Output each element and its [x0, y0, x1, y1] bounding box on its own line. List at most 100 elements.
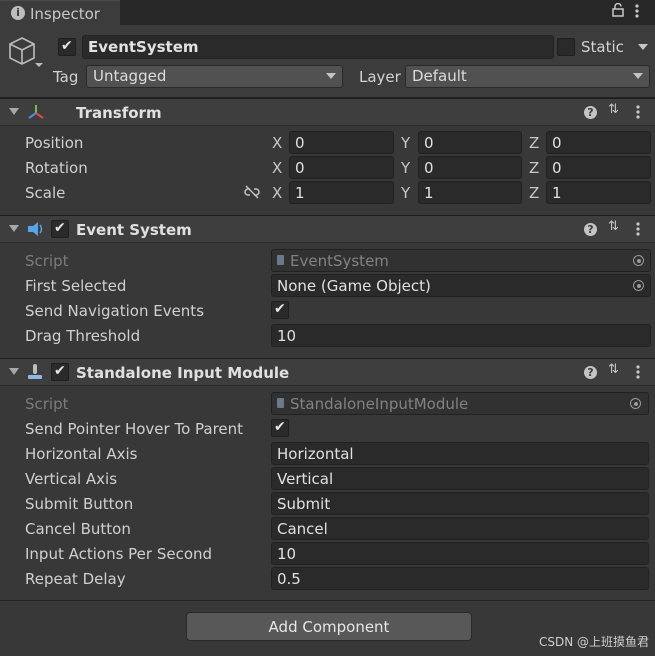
- object-name: EventSystem: [88, 38, 199, 56]
- position-label: Position: [25, 134, 84, 152]
- cancel-button-value: Cancel: [277, 520, 328, 538]
- input-actions-label: Input Actions Per Second: [25, 545, 213, 563]
- tab-inspector[interactable]: i Inspector: [0, 0, 120, 27]
- horizontal-axis-field[interactable]: Horizontal: [271, 442, 649, 465]
- repeat-delay-value: 0.5: [277, 570, 301, 588]
- rotation-x-field[interactable]: 0: [289, 156, 394, 179]
- axis-y-label[interactable]: Y: [401, 134, 410, 152]
- repeat-delay-field[interactable]: 0.5: [271, 567, 649, 590]
- input-module-enabled-checkbox[interactable]: ✔: [51, 363, 69, 381]
- input-module-header[interactable]: ✔ Standalone Input Module ? ⇅: [0, 358, 655, 386]
- tab-label: Inspector: [30, 5, 100, 23]
- scale-y-value: 1: [424, 184, 434, 202]
- check-icon: ✔: [54, 220, 66, 236]
- constrain-proportions-icon[interactable]: [244, 185, 260, 203]
- axis-y-label[interactable]: Y: [401, 159, 410, 177]
- foldout-arrow-icon[interactable]: [9, 108, 19, 115]
- menu-kebab-icon[interactable]: [635, 4, 639, 22]
- es-script-field: EventSystem: [271, 249, 651, 272]
- event-system-header[interactable]: ✔ Event System ? ⇅: [0, 215, 655, 243]
- im-script-value: StandaloneInputModule: [290, 395, 469, 413]
- presets-icon[interactable]: ⇅: [608, 362, 619, 377]
- chevron-down-icon: [633, 73, 643, 79]
- rotation-y-field[interactable]: 0: [418, 156, 522, 179]
- rotation-z-field[interactable]: 0: [546, 156, 651, 179]
- event-system-title: Event System: [76, 221, 192, 239]
- position-y-field[interactable]: 0: [418, 131, 522, 154]
- static-label: Static: [581, 38, 624, 56]
- help-icon[interactable]: ?: [584, 223, 597, 236]
- layer-value: Default: [412, 67, 467, 85]
- lock-icon[interactable]: [612, 2, 624, 21]
- hover-parent-checkbox[interactable]: ✔: [271, 419, 289, 437]
- menu-kebab-icon[interactable]: [636, 105, 640, 123]
- position-x-value: 0: [295, 134, 305, 152]
- axis-x-label[interactable]: X: [272, 159, 282, 177]
- static-dropdown-icon[interactable]: [638, 44, 648, 50]
- vertical-axis-field[interactable]: Vertical: [271, 467, 649, 490]
- rotation-z-value: 0: [552, 159, 562, 177]
- presets-icon[interactable]: ⇅: [608, 219, 619, 234]
- layer-dropdown[interactable]: Default: [405, 65, 650, 88]
- send-nav-checkbox[interactable]: ✔: [271, 301, 289, 319]
- check-icon: ✔: [274, 301, 286, 317]
- es-script-value: EventSystem: [290, 252, 389, 270]
- submit-button-field[interactable]: Submit: [271, 492, 649, 515]
- check-icon: ✔: [274, 419, 286, 435]
- first-selected-field[interactable]: None (Game Object): [271, 274, 651, 297]
- transform-header[interactable]: Transform ? ⇅: [0, 98, 655, 126]
- menu-kebab-icon[interactable]: [636, 365, 640, 383]
- transform-icon: [27, 103, 45, 125]
- position-y-value: 0: [424, 134, 434, 152]
- scale-label: Scale: [25, 184, 66, 202]
- tag-dropdown[interactable]: Untagged: [86, 65, 343, 88]
- foldout-arrow-icon[interactable]: [9, 225, 19, 232]
- scale-z-value: 1: [552, 184, 562, 202]
- script-file-icon: [277, 398, 284, 408]
- help-icon[interactable]: ?: [584, 106, 597, 119]
- layer-label: Layer: [359, 68, 401, 86]
- object-picker-icon[interactable]: [633, 255, 644, 266]
- drag-threshold-label: Drag Threshold: [25, 327, 141, 345]
- axis-z-label[interactable]: Z: [529, 159, 539, 177]
- repeat-delay-label: Repeat Delay: [25, 570, 126, 588]
- submit-button-label: Submit Button: [25, 495, 134, 513]
- check-icon: ✔: [54, 363, 66, 379]
- axis-x-label[interactable]: X: [272, 184, 282, 202]
- script-file-icon: [277, 255, 284, 265]
- object-picker-icon[interactable]: [633, 280, 644, 291]
- drag-threshold-field[interactable]: 10: [271, 324, 651, 347]
- position-x-field[interactable]: 0: [289, 131, 394, 154]
- position-z-value: 0: [552, 134, 562, 152]
- input-actions-field[interactable]: 10: [271, 542, 649, 565]
- rotation-label: Rotation: [25, 159, 88, 177]
- scale-z-field[interactable]: 1: [546, 181, 651, 204]
- add-component-button[interactable]: Add Component: [186, 612, 472, 641]
- scale-x-field[interactable]: 1: [289, 181, 394, 204]
- presets-icon[interactable]: ⇅: [608, 102, 619, 117]
- axis-x-label[interactable]: X: [272, 134, 282, 152]
- axis-y-label[interactable]: Y: [401, 184, 410, 202]
- scale-y-field[interactable]: 1: [418, 181, 522, 204]
- vertical-axis-label: Vertical Axis: [25, 470, 118, 488]
- rotation-x-value: 0: [295, 159, 305, 177]
- event-system-enabled-checkbox[interactable]: ✔: [51, 220, 69, 238]
- help-icon[interactable]: ?: [584, 366, 597, 379]
- axis-z-label[interactable]: Z: [529, 134, 539, 152]
- active-checkbox[interactable]: ✔: [58, 38, 76, 56]
- horizontal-axis-label: Horizontal Axis: [25, 445, 138, 463]
- menu-kebab-icon[interactable]: [636, 222, 640, 240]
- chevron-down-icon: [326, 73, 336, 79]
- cancel-button-field[interactable]: Cancel: [271, 517, 649, 540]
- watermark: CSDN @上班摸鱼君: [538, 635, 649, 649]
- first-selected-label: First Selected: [25, 277, 127, 295]
- foldout-arrow-icon[interactable]: [9, 368, 19, 375]
- check-icon: ✔: [61, 38, 73, 54]
- position-z-field[interactable]: 0: [546, 131, 651, 154]
- transform-title: Transform: [76, 104, 162, 122]
- static-checkbox[interactable]: [557, 38, 575, 56]
- object-picker-icon[interactable]: [630, 398, 641, 409]
- axis-z-label[interactable]: Z: [529, 184, 539, 202]
- im-script-label: Script: [25, 395, 69, 413]
- gameobject-cube-icon[interactable]: [9, 37, 45, 75]
